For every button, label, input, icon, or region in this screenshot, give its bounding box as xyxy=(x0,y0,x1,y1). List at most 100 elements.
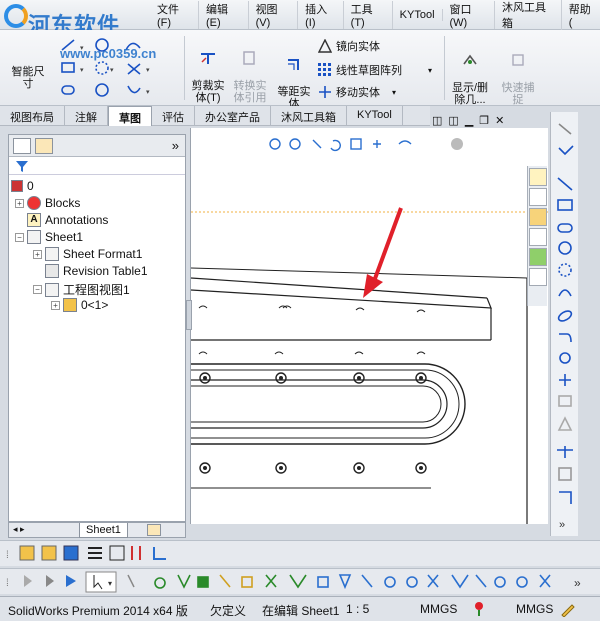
convert-entities-icon xyxy=(243,51,255,65)
tab-annotation[interactable]: 注解 xyxy=(65,106,108,126)
linear-pattern-button[interactable]: 线性草图阵列 ▾ xyxy=(318,62,432,78)
smart-dimension-label: 智能尺 寸 xyxy=(11,66,45,90)
menu-view[interactable]: 视图(V) xyxy=(249,1,299,29)
tree-root[interactable]: 0 xyxy=(11,179,34,193)
smart-dimension-button[interactable]: 智能尺 寸 xyxy=(6,54,50,90)
sheet-icon xyxy=(27,230,41,244)
tab-view-layout[interactable]: 视图布局 xyxy=(0,106,65,126)
menu-mufeng[interactable]: 沐风工具箱 xyxy=(495,0,562,31)
mirror-entities-button[interactable]: 镜向实体 xyxy=(318,38,380,54)
menu-tools[interactable]: 工具(T) xyxy=(344,1,393,29)
table-icon xyxy=(45,264,59,278)
restore-icon[interactable]: ❐ xyxy=(479,114,489,127)
collapse-icon[interactable]: − xyxy=(15,232,24,242)
slot-outer xyxy=(191,363,466,445)
rebuild-indicator-icon[interactable] xyxy=(474,601,484,617)
quick-snaps-button[interactable]: 快速捕 捉 xyxy=(498,40,538,106)
tab-mufeng-toolbox[interactable]: 沐风工具箱 xyxy=(271,106,347,126)
view-palette-icon[interactable] xyxy=(529,228,547,246)
menu-insert[interactable]: 插入(I) xyxy=(298,1,344,29)
mirror-icon xyxy=(318,39,332,53)
status-units-2[interactable]: MMGS xyxy=(516,602,553,616)
document-window-controls: ◫ ◫ ▁ ❐ ✕ xyxy=(432,114,504,127)
collapse-icon[interactable]: − xyxy=(33,285,42,294)
expand-icon[interactable]: + xyxy=(15,198,24,208)
drawing-view-icon xyxy=(45,282,59,297)
add-sheet-icon[interactable] xyxy=(147,524,161,536)
offset-entities-button[interactable]: 等距实 体 xyxy=(274,44,314,110)
sketch-toolbar-icons[interactable]: » xyxy=(551,112,579,536)
pencil-icon[interactable] xyxy=(560,601,576,617)
folder-icon[interactable] xyxy=(529,208,547,226)
design-library-icon[interactable] xyxy=(529,188,547,206)
tab-evaluate[interactable]: 评估 xyxy=(152,106,195,126)
svg-text:⁞: ⁞ xyxy=(6,578,9,589)
tree-item-annotations[interactable]: A Annotations xyxy=(27,213,108,227)
command-tabs: 视图布局 注解 草图 评估 办公室产品 沐风工具箱 KYTool xyxy=(0,106,430,126)
menu-window[interactable]: 窗口(W) xyxy=(443,1,495,29)
annotation-arrow xyxy=(363,207,403,298)
expand-icon[interactable]: + xyxy=(33,249,42,259)
tab-kytool[interactable]: KYTool xyxy=(347,106,403,126)
move-entities-button[interactable]: 移动实体 ▾ xyxy=(318,84,396,100)
logo-area: 河东软件网 xyxy=(0,0,140,71)
menu-edit[interactable]: 编辑(E) xyxy=(199,1,249,29)
tree-item-revision-table[interactable]: Revision Table1 xyxy=(45,264,148,278)
svg-text:▾: ▾ xyxy=(146,89,150,96)
feature-tree-tab-icon[interactable] xyxy=(13,138,31,154)
minimize-icon[interactable]: ▁ xyxy=(465,114,473,127)
drawing-icon xyxy=(11,180,23,192)
show-delete-relations-button[interactable]: 显示/删 除几... xyxy=(448,40,492,106)
tree-item-drawing-view[interactable]: − 工程图视图1 xyxy=(33,281,130,298)
tree-item-sheet1[interactable]: − Sheet1 xyxy=(15,230,83,244)
sheet-tab[interactable]: Sheet1 xyxy=(79,523,128,538)
expand-icon[interactable]: + xyxy=(51,300,60,310)
snap-icon xyxy=(512,54,524,66)
drawing-view-label: 工程图视图1 xyxy=(63,283,130,297)
trim-entities-button[interactable]: 剪裁实 体(T) xyxy=(188,38,228,104)
tab-sketch[interactable]: 草图 xyxy=(108,106,152,126)
toolbar-row-1-icons[interactable]: ⁞ xyxy=(0,541,200,567)
filter-icon[interactable] xyxy=(15,159,29,173)
graphics-area[interactable] xyxy=(190,128,548,524)
svg-text:▾: ▾ xyxy=(110,67,114,74)
menu-file[interactable]: 文件(F) xyxy=(150,1,199,29)
sheet-tabs-bar: ◂ ▸ Sheet1 xyxy=(8,522,186,538)
menu-help[interactable]: 帮助( xyxy=(562,1,600,29)
show-delete-label: 显示/删 除几... xyxy=(451,82,489,106)
home-icon[interactable] xyxy=(529,168,547,186)
property-tab-icon[interactable] xyxy=(35,138,53,154)
slot-inner-inner xyxy=(191,385,442,423)
menu-kytool[interactable]: KYTool xyxy=(393,9,443,21)
close-icon[interactable]: ✕ xyxy=(495,114,504,127)
expand-panel-icon[interactable]: » xyxy=(172,138,179,153)
status-scale[interactable]: 1 : 5 xyxy=(346,602,369,616)
part-edge xyxy=(191,277,488,299)
annotations-label: Annotations xyxy=(45,213,109,227)
panel-collapse-handle[interactable] xyxy=(186,300,192,330)
convert-entities-button[interactable]: 转换实 体引用 xyxy=(230,38,270,104)
tile-icon[interactable]: ◫ xyxy=(448,114,458,127)
dropdown-arrow-icon[interactable]: ▾ xyxy=(428,66,432,75)
quick-snaps-label: 快速捕 捉 xyxy=(501,82,535,106)
svg-text:▾: ▾ xyxy=(146,67,150,74)
status-units[interactable]: MMGS xyxy=(420,602,457,616)
tree-item-part[interactable]: + 0<1> xyxy=(51,298,108,312)
scroll-left-icon[interactable]: ◂ ▸ xyxy=(13,524,25,535)
tree-item-sheet-format[interactable]: + Sheet Format1 xyxy=(33,247,142,261)
status-editing: 在编辑 Sheet1 xyxy=(262,604,340,618)
svg-text:▾: ▾ xyxy=(108,579,112,588)
svg-text:»: » xyxy=(574,576,581,590)
tree-item-blocks[interactable]: + Blocks xyxy=(15,196,80,210)
blocks-icon xyxy=(27,196,41,210)
slot-inner xyxy=(191,379,448,429)
selection-filter-toolbar[interactable]: ⁞ ▾ » xyxy=(0,569,600,595)
feature-manager-panel: » 0 + Blocks A Annotations − Sheet1 + Sh… xyxy=(8,134,186,522)
dropdown-arrow-icon[interactable]: ▾ xyxy=(392,88,396,97)
appearance-icon[interactable] xyxy=(529,248,547,266)
separator xyxy=(184,36,185,100)
tile-icon[interactable]: ◫ xyxy=(432,114,442,127)
tab-office-products[interactable]: 办公室产品 xyxy=(195,106,271,126)
holes xyxy=(199,372,427,474)
custom-properties-icon[interactable] xyxy=(529,268,547,286)
